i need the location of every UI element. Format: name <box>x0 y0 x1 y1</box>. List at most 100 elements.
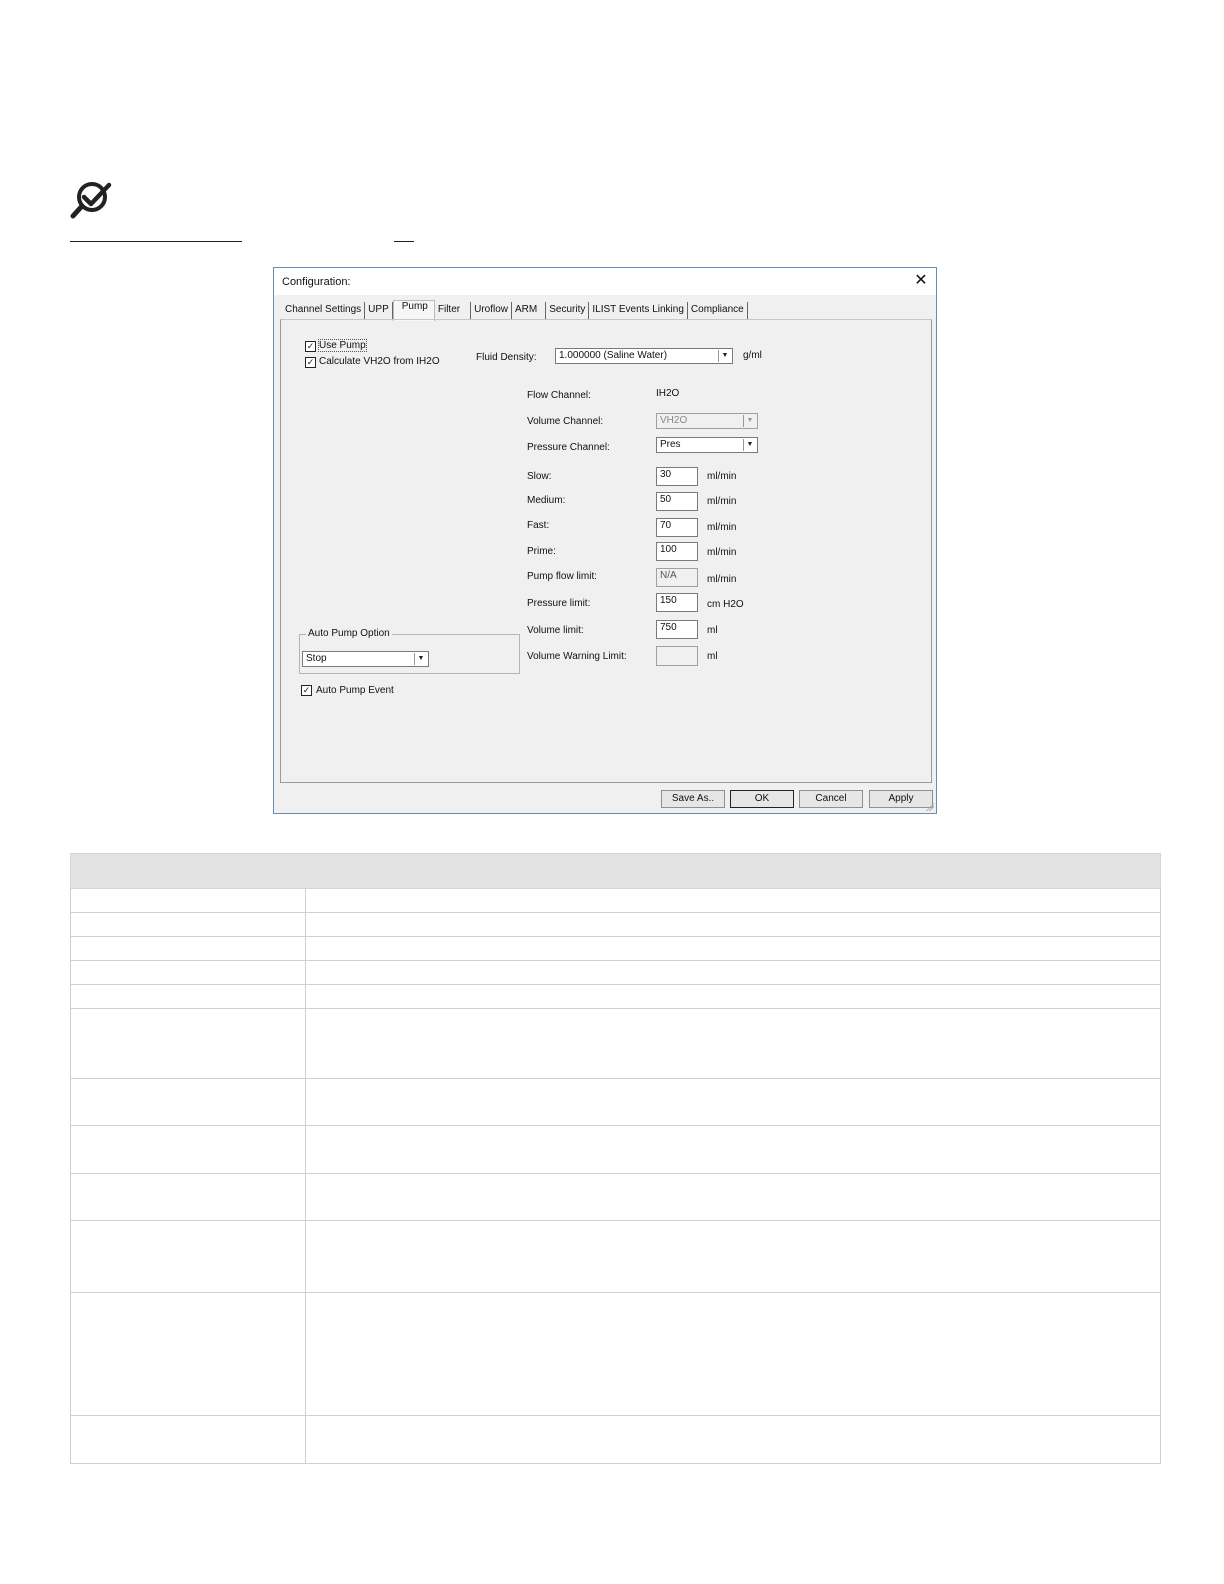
save-as-label: Save As.. <box>671 793 715 804</box>
tab-channel-settings[interactable]: Channel Settings <box>282 302 366 320</box>
table-cell <box>305 1125 1161 1174</box>
table-cell <box>70 1173 306 1221</box>
slow-input[interactable]: 30 <box>656 467 698 486</box>
table-cell <box>305 1008 1161 1079</box>
auto-pump-option-label: Auto Pump Option <box>306 628 392 639</box>
fluid-density-unit: g/ml <box>743 350 762 361</box>
volume-limit-input[interactable]: 750 <box>656 620 698 639</box>
resize-grip[interactable] <box>926 803 934 811</box>
configuration-dialog: Configuration: ✕ Channel Settings UPP Pu… <box>273 267 937 814</box>
table-cell <box>70 912 306 937</box>
flow-channel-value: IH2O <box>656 388 680 399</box>
table-cell <box>70 1292 306 1416</box>
table-cell <box>70 1008 306 1079</box>
table-row <box>70 1173 1161 1221</box>
tab-uroflow[interactable]: Uroflow <box>471 302 512 320</box>
header-rule-short <box>394 241 414 242</box>
table-cell <box>305 960 1161 985</box>
table-row <box>70 1125 1161 1174</box>
prime-input[interactable]: 100 <box>656 542 698 561</box>
volume-limit-label: Volume limit: <box>527 625 584 636</box>
ok-label: OK <box>754 793 770 804</box>
tab-arm[interactable]: ARM <box>512 302 547 320</box>
table-row <box>70 984 1161 1009</box>
table-header-row <box>70 853 1161 889</box>
prime-unit: ml/min <box>707 547 737 558</box>
dropdown-arrow-icon: ▼ <box>743 415 756 427</box>
pressure-channel-value: Pres <box>660 439 681 450</box>
table-cell <box>70 936 306 961</box>
table-cell <box>70 1078 306 1126</box>
pressure-channel-select[interactable]: Pres ▼ <box>656 437 758 453</box>
tab-strip: Channel Settings UPP Pump Filter Uroflow… <box>282 300 748 321</box>
table-cell <box>305 984 1161 1009</box>
pump-flow-limit-input: N/A <box>656 568 698 587</box>
auto-pump-option-select[interactable]: Stop ▼ <box>302 651 429 667</box>
fluid-density-select[interactable]: 1.000000 (Saline Water) ▼ <box>555 348 733 364</box>
apply-button[interactable]: Apply <box>869 790 933 808</box>
pump-flow-limit-label: Pump flow limit: <box>527 571 598 582</box>
table-row <box>70 912 1161 937</box>
tab-compliance[interactable]: Compliance <box>688 302 748 320</box>
table-cell <box>305 1078 1161 1126</box>
dropdown-arrow-icon: ▼ <box>718 350 731 362</box>
tab-security[interactable]: Security <box>546 302 590 320</box>
ok-button[interactable]: OK <box>730 790 794 808</box>
save-as-button[interactable]: Save As.. <box>661 790 725 808</box>
use-pump-checkbox[interactable]: ✓ <box>305 341 316 352</box>
table-cell <box>305 1173 1161 1221</box>
pump-tab-panel: ✓ Use Pump ✓ Calculate VH2O from IH2O Fl… <box>280 319 932 783</box>
cancel-label: Cancel <box>815 793 847 804</box>
table-row <box>70 1292 1161 1416</box>
table-cell <box>70 1415 306 1464</box>
table-row <box>70 1220 1161 1293</box>
table-row <box>70 888 1161 913</box>
table-cell <box>305 1292 1161 1416</box>
prime-label: Prime: <box>527 546 556 557</box>
tab-ilist-events-linking[interactable]: ILIST Events Linking <box>589 302 688 320</box>
table-cell <box>305 936 1161 961</box>
apply-label: Apply <box>888 793 914 804</box>
volume-warning-limit-unit: ml <box>707 651 718 662</box>
table-cell <box>305 1415 1161 1464</box>
auto-pump-event-checkbox[interactable]: ✓ <box>301 685 312 696</box>
tab-upp[interactable]: UPP <box>365 302 393 320</box>
table-cell <box>305 1220 1161 1293</box>
fluid-density-value: 1.000000 (Saline Water) <box>559 350 668 361</box>
table-cell <box>305 912 1161 937</box>
pressure-limit-input[interactable]: 150 <box>656 593 698 612</box>
close-icon[interactable]: ✕ <box>910 271 932 291</box>
fast-label: Fast: <box>527 520 550 531</box>
cancel-button[interactable]: Cancel <box>799 790 863 808</box>
medium-unit: ml/min <box>707 496 737 507</box>
pressure-limit-label: Pressure limit: <box>527 598 591 609</box>
table-row <box>70 960 1161 985</box>
volume-channel-select: VH2O ▼ <box>656 413 758 429</box>
medium-input[interactable]: 50 <box>656 492 698 511</box>
volume-warning-limit-input <box>656 646 698 666</box>
table-cell <box>70 1125 306 1174</box>
flow-channel-label: Flow Channel: <box>527 390 591 401</box>
volume-channel-value: VH2O <box>660 415 688 426</box>
pressure-channel-label: Pressure Channel: <box>527 442 610 453</box>
description-table <box>70 853 1161 1464</box>
dropdown-arrow-icon: ▼ <box>743 439 756 451</box>
check-search-icon <box>70 182 112 219</box>
table-row <box>70 1078 1161 1126</box>
tab-filter[interactable]: Filter <box>435 302 472 320</box>
fast-input[interactable]: 70 <box>656 518 698 537</box>
table-row <box>70 1415 1161 1464</box>
auto-pump-event-label: Auto Pump Event <box>316 685 394 696</box>
volume-channel-label: Volume Channel: <box>527 416 604 427</box>
table-row <box>70 936 1161 961</box>
tab-pump[interactable]: Pump <box>392 300 435 321</box>
calculate-vh2o-checkbox[interactable]: ✓ <box>305 357 316 368</box>
volume-limit-unit: ml <box>707 625 718 636</box>
title-bar: Configuration: ✕ <box>274 268 936 295</box>
fluid-density-label: Fluid Density: <box>476 352 537 363</box>
pressure-limit-unit: cm H2O <box>707 599 744 610</box>
dialog-title: Configuration: <box>282 276 351 288</box>
dropdown-arrow-icon: ▼ <box>414 653 427 665</box>
volume-warning-limit-label: Volume Warning Limit: <box>527 651 627 662</box>
slow-unit: ml/min <box>707 471 737 482</box>
